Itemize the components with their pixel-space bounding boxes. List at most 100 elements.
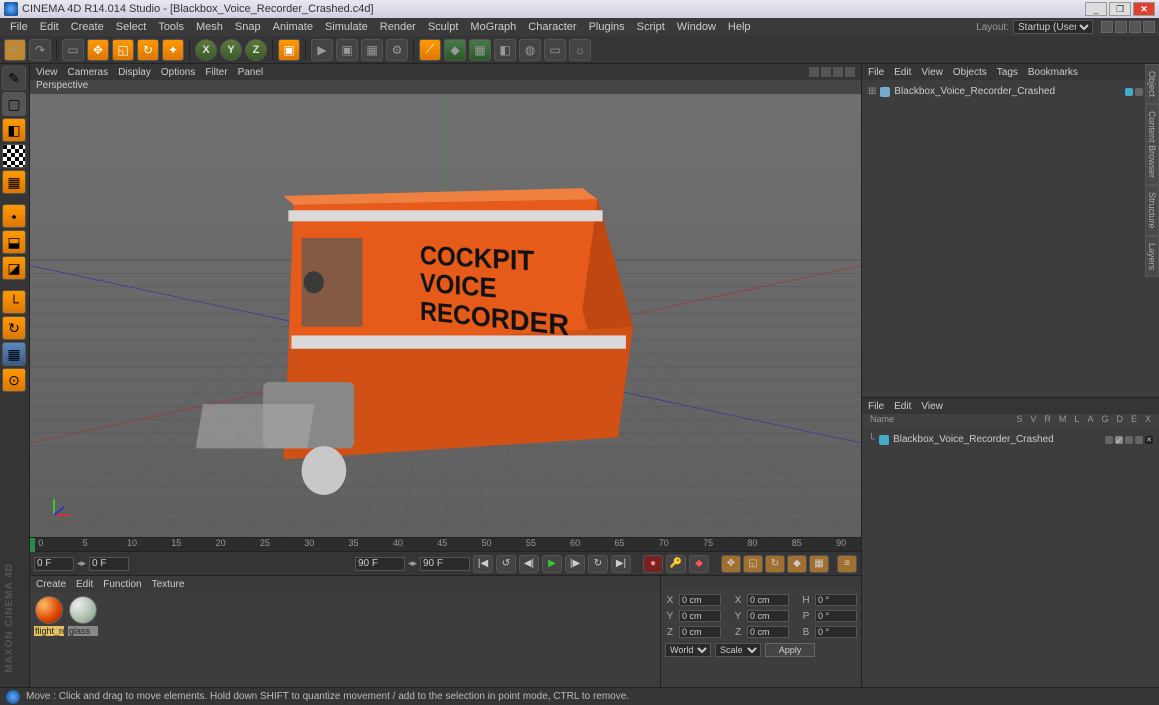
viewport-toggle-3[interactable] — [833, 67, 843, 77]
viewport-menu-display[interactable]: Display — [118, 67, 151, 78]
viewport-toggle-2[interactable] — [821, 67, 831, 77]
layer-dot-m[interactable] — [1135, 436, 1143, 444]
layer-dot-s[interactable] — [1105, 436, 1113, 444]
menu-mesh[interactable]: Mesh — [190, 21, 229, 33]
size-z-input[interactable] — [747, 626, 789, 638]
locked-workplane-button[interactable]: ⊙ — [2, 368, 26, 392]
move-tool[interactable]: ✥ — [87, 39, 109, 61]
z-axis-lock[interactable]: Z — [245, 39, 267, 61]
material-menu-edit[interactable]: Edit — [76, 579, 93, 590]
polygons-mode-button[interactable]: ◪ — [2, 256, 26, 280]
layout-dropdown[interactable]: Startup (User) — [1013, 20, 1093, 34]
expand-icon[interactable]: ⊞ — [868, 86, 876, 97]
nurbs-button[interactable]: ◆ — [444, 39, 466, 61]
size-y-input[interactable] — [747, 610, 789, 622]
menu-render[interactable]: Render — [374, 21, 422, 33]
texture-mode-button[interactable] — [2, 144, 26, 168]
pos-y-input[interactable] — [679, 610, 721, 622]
viewport-menu-options[interactable]: Options — [161, 67, 195, 78]
prev-frame-button[interactable]: ◀| — [519, 555, 539, 573]
menu-script[interactable]: Script — [631, 21, 671, 33]
size-x-input[interactable] — [747, 594, 789, 606]
object-menu-edit[interactable]: Edit — [894, 67, 911, 78]
material-menu-texture[interactable]: Texture — [152, 579, 185, 590]
material-list[interactable]: flight_reglass — [30, 592, 660, 687]
time-ruler[interactable]: 051015202530354045505560657075808590 — [30, 538, 861, 552]
menu-mograph[interactable]: MoGraph — [464, 21, 522, 33]
scale-tool[interactable]: ◱ — [112, 39, 134, 61]
object-menu-view[interactable]: View — [921, 67, 943, 78]
attr-menu-edit[interactable]: Edit — [894, 401, 911, 412]
array-button[interactable]: ▦ — [469, 39, 491, 61]
attr-menu-file[interactable]: File — [868, 401, 884, 412]
prev-key-button[interactable]: ↺ — [496, 555, 516, 573]
edges-mode-button[interactable]: ⬓ — [2, 230, 26, 254]
minimize-button[interactable]: _ — [1085, 2, 1107, 16]
object-menu-tags[interactable]: Tags — [997, 67, 1018, 78]
menu-file[interactable]: File — [4, 21, 34, 33]
material-menu-create[interactable]: Create — [36, 579, 66, 590]
side-tab-object[interactable]: Object — [1145, 64, 1159, 104]
x-axis-lock[interactable]: X — [195, 39, 217, 61]
material-menu-function[interactable]: Function — [103, 579, 141, 590]
render-view-button[interactable]: ▶ — [311, 39, 333, 61]
workplane-button[interactable]: ▦ — [2, 170, 26, 194]
undo-button[interactable]: ↶ — [4, 39, 26, 61]
render-picture-viewer-button[interactable]: ▦ — [361, 39, 383, 61]
camera-button[interactable]: ▭ — [544, 39, 566, 61]
viewport-menu-cameras[interactable]: Cameras — [68, 67, 109, 78]
pla-key-button[interactable]: ▦ — [809, 555, 829, 573]
layer-dot-x[interactable]: ✕ — [1145, 436, 1153, 444]
redo-button[interactable]: ↷ — [29, 39, 51, 61]
snap-button[interactable]: ▦ — [2, 342, 26, 366]
object-item[interactable]: ⊞ Blackbox_Voice_Recorder_Crashed — [866, 84, 1155, 99]
pos-key-button[interactable]: ✥ — [721, 555, 741, 573]
rot-p-input[interactable] — [815, 610, 857, 622]
render-settings-button[interactable]: ⚙ — [386, 39, 408, 61]
material-flight_re[interactable]: flight_re — [34, 596, 64, 683]
pos-x-input[interactable] — [679, 594, 721, 606]
menu-tools[interactable]: Tools — [152, 21, 190, 33]
layout-icon-2[interactable] — [1115, 21, 1127, 33]
start-frame-input[interactable] — [34, 557, 74, 571]
menu-character[interactable]: Character — [522, 21, 582, 33]
menu-window[interactable]: Window — [671, 21, 722, 33]
viewport-menu-panel[interactable]: Panel — [238, 67, 264, 78]
recent-tool[interactable]: ✦ — [162, 39, 184, 61]
side-tab-content-browser[interactable]: Content Browser — [1145, 104, 1159, 185]
layout-icon-1[interactable] — [1101, 21, 1113, 33]
make-editable-button[interactable]: ✎ — [2, 66, 26, 90]
param-key-button[interactable]: ◆ — [787, 555, 807, 573]
pos-z-input[interactable] — [679, 626, 721, 638]
range-in-input[interactable] — [355, 557, 405, 571]
layer-dot-v[interactable]: ✓ — [1115, 436, 1123, 444]
rot-b-input[interactable] — [815, 626, 857, 638]
menu-plugins[interactable]: Plugins — [583, 21, 631, 33]
menu-sculpt[interactable]: Sculpt — [422, 21, 465, 33]
y-axis-lock[interactable]: Y — [220, 39, 242, 61]
goto-start-button[interactable]: |◀ — [473, 555, 493, 573]
close-button[interactable]: ✕ — [1133, 2, 1155, 16]
layer-item[interactable]: └ Blackbox_Voice_Recorder_Crashed ✓ ✕ — [866, 432, 1155, 447]
object-tag-icon[interactable] — [1125, 88, 1133, 96]
spline-tool[interactable]: ⟋ — [419, 39, 441, 61]
menu-select[interactable]: Select — [110, 21, 153, 33]
record-button[interactable]: ● — [643, 555, 663, 573]
coord-apply-button[interactable]: Apply — [765, 643, 815, 657]
next-frame-button[interactable]: |▶ — [565, 555, 585, 573]
playhead-marker[interactable] — [30, 538, 35, 552]
rot-h-input[interactable] — [815, 594, 857, 606]
current-frame-input[interactable] — [89, 557, 129, 571]
viewport-3d[interactable]: COCKPITVOICERECORDER — [30, 94, 861, 537]
coord-mode-select[interactable]: World — [665, 643, 711, 657]
viewport-menu-view[interactable]: View — [36, 67, 58, 78]
menu-animate[interactable]: Animate — [267, 21, 319, 33]
tweak-button[interactable]: ↻ — [2, 316, 26, 340]
menu-snap[interactable]: Snap — [229, 21, 267, 33]
light-button[interactable]: ☼ — [569, 39, 591, 61]
layer-dot-r[interactable] — [1125, 436, 1133, 444]
viewport-toggle-4[interactable] — [845, 67, 855, 77]
scale-key-button[interactable]: ◱ — [743, 555, 763, 573]
material-glass[interactable]: glass — [68, 596, 98, 683]
visibility-dot-1[interactable] — [1135, 88, 1143, 96]
